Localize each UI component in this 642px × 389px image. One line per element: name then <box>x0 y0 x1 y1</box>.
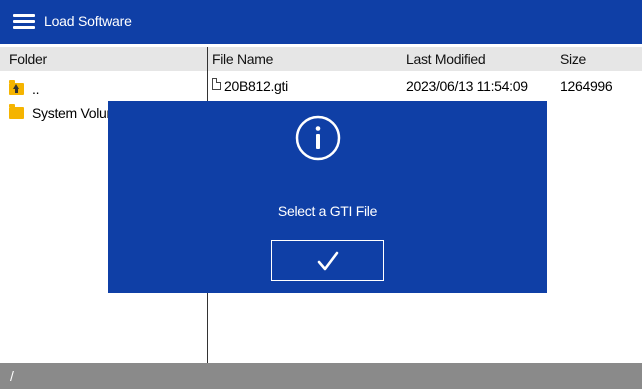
page-title: Load Software <box>44 13 132 29</box>
folder-icon <box>9 104 24 119</box>
current-path: / <box>10 368 14 384</box>
ok-button[interactable] <box>271 240 384 281</box>
folder-up-icon <box>9 80 24 95</box>
file-name: 20B812.gti <box>224 78 288 94</box>
status-bar: / <box>0 363 642 389</box>
dialog-message: Select a GTI File <box>277 203 378 219</box>
folder-row-parent[interactable]: .. <box>9 79 39 99</box>
info-icon <box>295 115 341 161</box>
column-header-size[interactable]: Size <box>560 51 586 67</box>
info-dialog: Select a GTI File <box>108 101 547 293</box>
file-last-modified: 2023/06/13 11:54:09 <box>406 78 528 94</box>
column-header-file-name[interactable]: File Name <box>212 51 273 67</box>
column-headers: Folder File Name Last Modified Size <box>0 47 642 71</box>
folder-name: .. <box>32 81 40 97</box>
hamburger-menu-icon[interactable] <box>13 14 35 30</box>
file-row[interactable]: 20B812.gti 2023/06/13 11:54:09 1264996 <box>212 76 642 98</box>
file-icon <box>212 78 221 90</box>
column-header-folder[interactable]: Folder <box>9 51 47 67</box>
checkmark-icon <box>317 251 338 270</box>
file-size: 1264996 <box>560 78 613 94</box>
column-header-last-modified[interactable]: Last Modified <box>406 51 486 67</box>
title-bar: Load Software <box>0 0 642 44</box>
